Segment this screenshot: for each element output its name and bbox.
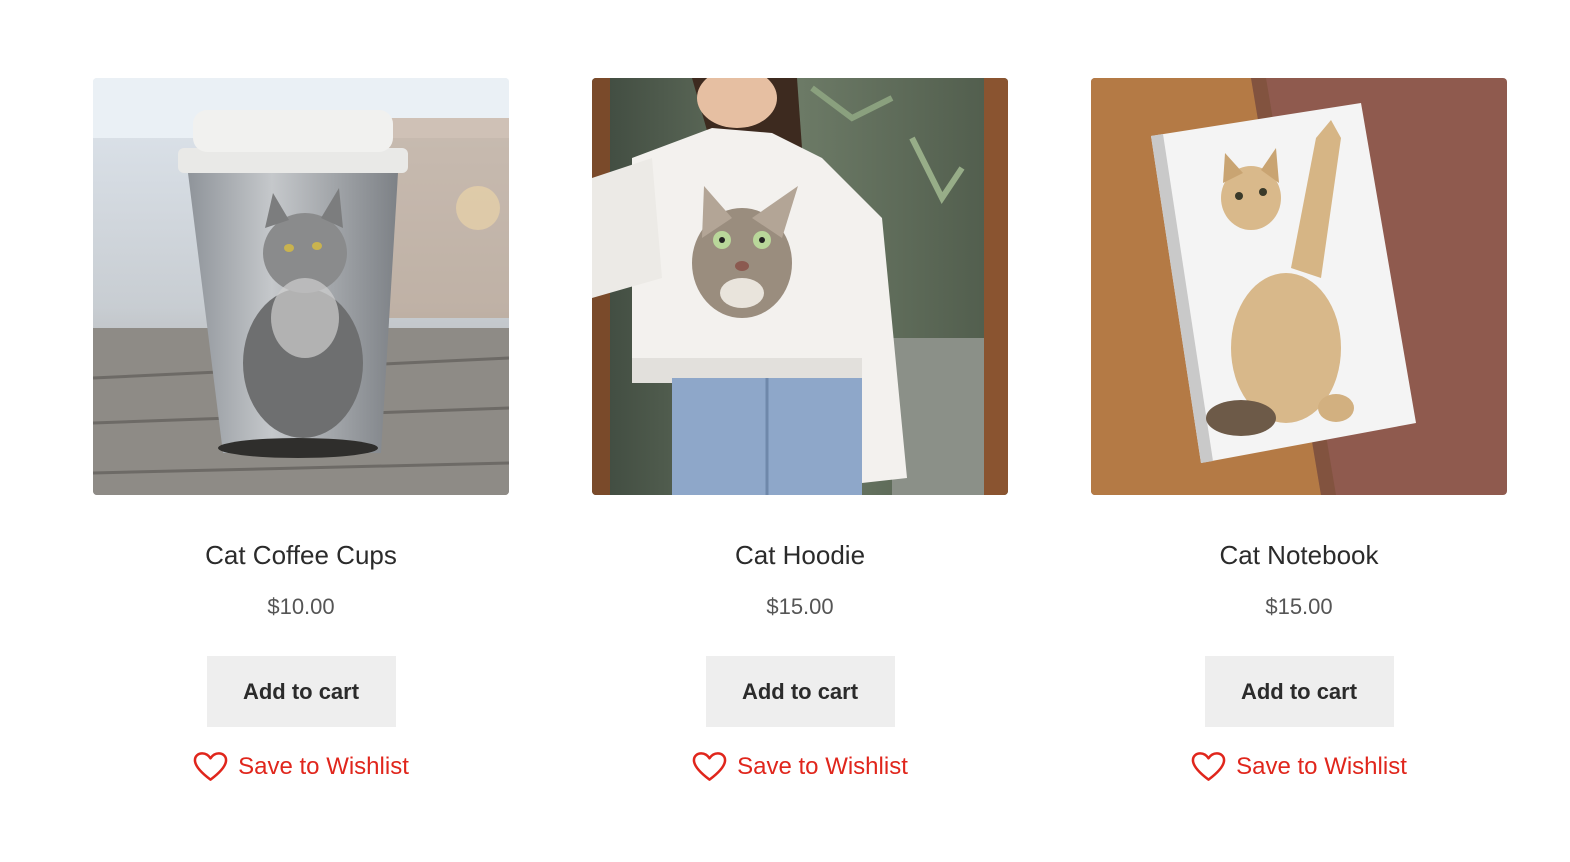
- add-to-cart-button[interactable]: Add to cart: [1204, 656, 1394, 727]
- product-image-coffee-cup: [93, 78, 509, 495]
- product-price: $10.00: [267, 594, 335, 619]
- product-price: $15.00: [766, 594, 834, 619]
- product-image-notebook: [1091, 78, 1507, 495]
- product-image-link[interactable]: [93, 78, 509, 495]
- product-grid: Cat Coffee Cups $10.00 Add to cart Save …: [0, 0, 1570, 862]
- add-to-cart-button[interactable]: Add to cart: [705, 656, 895, 727]
- product-image-link[interactable]: [1091, 78, 1507, 495]
- product-title[interactable]: Cat Hoodie: [735, 539, 865, 571]
- wishlist-label: Save to Wishlist: [238, 753, 409, 780]
- heart-outline-icon: [1191, 752, 1226, 781]
- save-to-wishlist-link[interactable]: Save to Wishlist: [692, 751, 908, 783]
- product-price: $15.00: [1265, 594, 1333, 619]
- product-image-link[interactable]: [592, 78, 1008, 495]
- heart-outline-icon: [193, 752, 228, 781]
- product-card: Cat Coffee Cups $10.00 Add to cart Save …: [93, 78, 509, 783]
- product-card: Cat Hoodie $15.00 Add to cart Save to Wi…: [592, 78, 1008, 783]
- save-to-wishlist-link[interactable]: Save to Wishlist: [193, 751, 409, 783]
- wishlist-label: Save to Wishlist: [1236, 753, 1407, 780]
- add-to-cart-button[interactable]: Add to cart: [206, 656, 396, 727]
- wishlist-label: Save to Wishlist: [737, 753, 908, 780]
- product-image-hoodie: [592, 78, 1008, 495]
- product-title[interactable]: Cat Notebook: [1220, 539, 1379, 571]
- save-to-wishlist-link[interactable]: Save to Wishlist: [1191, 751, 1407, 783]
- heart-outline-icon: [692, 752, 727, 781]
- product-card: Cat Notebook $15.00 Add to cart Save to …: [1091, 78, 1507, 783]
- product-title[interactable]: Cat Coffee Cups: [205, 539, 397, 571]
